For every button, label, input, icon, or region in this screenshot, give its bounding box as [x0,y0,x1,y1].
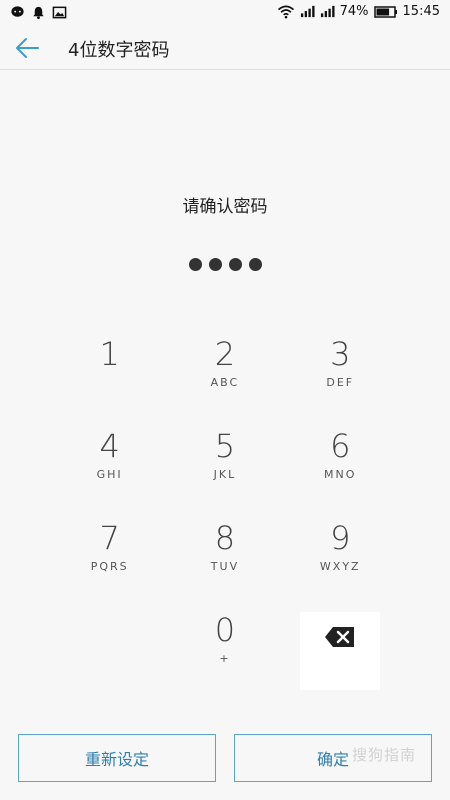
key-letters: GHI [96,468,123,481]
gallery-icon [52,6,67,19]
key-letters: JKL [213,468,237,481]
numeric-keypad: 1 2 ABC 3 DEF 4 GHI 5 JKL 6 MNO 7 PQRS 8… [52,330,398,698]
key-3[interactable]: 3 DEF [283,330,398,422]
key-letters: + [219,652,231,665]
key-digit: 9 [330,519,351,557]
key-letters: DEF [326,376,355,389]
key-letters: MNO [324,468,357,481]
backspace-icon [325,627,355,647]
key-4[interactable]: 4 GHI [52,422,167,514]
key-digit: 6 [330,427,351,465]
key-digit: 4 [99,427,120,465]
watermark-text: 搜狗指南 [352,746,417,764]
pin-dot [208,258,222,271]
key-0[interactable]: 0 + [167,606,282,698]
key-6[interactable]: 6 MNO [283,422,398,514]
key-1[interactable]: 1 [52,330,167,422]
key-5[interactable]: 5 JKL [167,422,282,514]
reset-button[interactable]: 重新设定 [18,734,216,782]
backspace-button[interactable] [300,612,381,690]
pin-dot [188,258,202,271]
pin-indicator [0,258,450,271]
signal-icon-2 [320,5,335,18]
battery-icon [373,5,397,18]
status-time: 15:45 [402,4,440,19]
arrow-left-icon [16,38,39,58]
key-digit: 5 [214,427,236,465]
status-right: 74% 15:45 [277,4,440,19]
key-digit: 8 [214,519,236,557]
back-button[interactable] [10,32,44,64]
key-2[interactable]: 2 ABC [167,330,282,422]
key-letters: PQRS [90,560,129,573]
notification-bell-icon [33,6,44,20]
keypad-row: 7 PQRS 8 TUV 9 WXYZ [52,514,398,606]
page-title: 4位数字密码 [68,40,170,61]
app-bar: 4位数字密码 [0,26,450,70]
key-letters: ABC [210,376,240,389]
key-digit: 7 [99,519,120,557]
key-digit: 3 [330,335,351,373]
key-digit: 0 [214,611,236,649]
pin-dot [228,258,242,271]
keypad-row: 1 2 ABC 3 DEF [52,330,398,422]
key-letters: WXYZ [319,560,361,573]
battery-percent: 74% [339,4,369,19]
key-8[interactable]: 8 TUV [167,514,282,606]
key-digit: 2 [214,335,236,373]
status-bar: 74% 15:45 [0,0,450,26]
signal-icon-1 [300,5,315,18]
key-letters: TUV [210,560,240,573]
pin-dot [248,258,262,271]
chat-bubble-icon [11,6,24,17]
wifi-icon [277,5,294,19]
keypad-row: 0 + [52,606,398,698]
key-digit: 1 [99,335,120,373]
confirm-prompt: 请确认密码 [182,197,268,217]
key-7[interactable]: 7 PQRS [52,514,167,606]
status-left-icons [10,5,67,20]
keypad-row: 4 GHI 5 JKL 6 MNO [52,422,398,514]
key-9[interactable]: 9 WXYZ [283,514,398,606]
backspace-key[interactable] [283,606,398,698]
